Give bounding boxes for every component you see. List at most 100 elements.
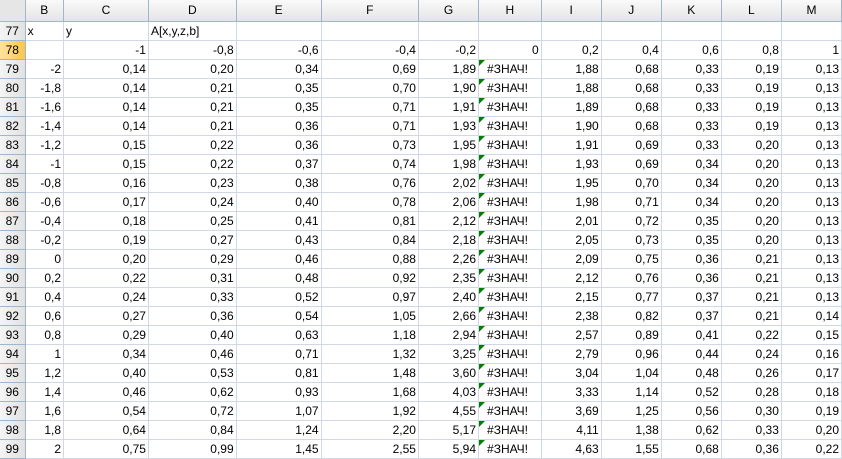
cell-i[interactable]: 0,2 [541,40,602,60]
error-cell-h[interactable]: #ЗНАЧ! [478,116,542,136]
cell-i[interactable]: 1,90 [541,116,602,136]
cell-c[interactable]: 0,64 [63,420,149,440]
cell-m[interactable]: 0,13 [781,287,842,307]
cell-i[interactable] [541,21,602,41]
cell-l[interactable]: 0,22 [721,325,782,345]
cell-e[interactable]: 0,41 [236,211,322,231]
cell-d[interactable]: 0,22 [148,135,237,155]
cell-f[interactable]: 0,71 [321,97,419,117]
cell-g[interactable]: 4,03 [418,382,480,402]
cell-f[interactable]: 1,05 [321,306,419,326]
cell-k[interactable]: 0,62 [661,420,722,440]
row-header[interactable]: 85 [0,173,26,193]
cell-k[interactable]: 0,33 [661,135,722,155]
row-header[interactable]: 87 [0,211,26,231]
cell-c[interactable]: 0,34 [63,344,149,364]
cell-l[interactable]: 0,20 [721,192,782,212]
cell-j[interactable]: 0,70 [601,173,662,193]
cell-m[interactable]: 0,13 [781,211,842,231]
cell-m[interactable]: 0,13 [781,78,842,98]
cell-c[interactable]: 0,46 [63,382,149,402]
cell-i[interactable]: 1,93 [541,154,602,174]
error-cell-h[interactable]: #ЗНАЧ! [478,287,542,307]
cell-l[interactable]: 0,21 [721,306,782,326]
cell-c[interactable]: y [63,21,149,41]
cell-j[interactable]: 1,55 [601,439,662,459]
cell-j[interactable]: 0,69 [601,154,662,174]
cell-l[interactable]: 0,21 [721,287,782,307]
cell-f[interactable]: 1,32 [321,344,419,364]
cell-d[interactable]: 0,25 [148,211,237,231]
cell-e[interactable]: 0,36 [236,116,322,136]
cell-c[interactable]: 0,14 [63,59,149,79]
cell-d[interactable]: 0,20 [148,59,237,79]
cell-m[interactable]: 0,13 [781,230,842,250]
cell-h[interactable] [478,21,542,41]
cell-b[interactable]: 2 [25,439,65,459]
row-header[interactable]: 92 [0,306,26,326]
cell-e[interactable]: 0,35 [236,97,322,117]
column-header-d[interactable]: D [148,0,237,22]
cell-k[interactable]: 0,37 [661,306,722,326]
cell-e[interactable] [236,21,322,41]
cell-k[interactable]: 0,34 [661,154,722,174]
cell-m[interactable]: 0,20 [781,420,842,440]
column-header-f[interactable]: F [321,0,419,22]
cell-g[interactable] [418,21,480,41]
cell-g[interactable]: 5,94 [418,439,480,459]
cell-k[interactable] [661,21,722,41]
cell-k[interactable]: 0,34 [661,192,722,212]
cell-g[interactable]: 2,02 [418,173,480,193]
cell-c[interactable]: 0,16 [63,173,149,193]
cell-d[interactable]: 0,40 [148,325,237,345]
cell-f[interactable]: 1,48 [321,363,419,383]
cell-i[interactable]: 2,79 [541,344,602,364]
row-header[interactable]: 83 [0,135,26,155]
cell-j[interactable]: 0,73 [601,230,662,250]
cell-m[interactable]: 0,18 [781,382,842,402]
cell-f[interactable]: 2,55 [321,439,419,459]
cell-m[interactable]: 0,13 [781,249,842,269]
cell-e[interactable]: 0,81 [236,363,322,383]
cell-k[interactable]: 0,35 [661,230,722,250]
cell-b[interactable]: -1,6 [25,97,65,117]
column-header-h[interactable]: H [478,0,542,22]
cell-f[interactable]: 0,69 [321,59,419,79]
cell-d[interactable]: 0,24 [148,192,237,212]
cell-g[interactable]: 2,94 [418,325,480,345]
cell-b[interactable]: 1,4 [25,382,65,402]
cell-e[interactable]: 0,93 [236,382,322,402]
cell-l[interactable]: 0,19 [721,97,782,117]
cell-f[interactable] [321,21,419,41]
cell-g[interactable]: 1,91 [418,97,480,117]
cell-k[interactable]: 0,41 [661,325,722,345]
cell-g[interactable]: 3,25 [418,344,480,364]
cell-k[interactable]: 0,48 [661,363,722,383]
cell-d[interactable]: 0,99 [148,439,237,459]
cell-m[interactable]: 0,13 [781,59,842,79]
cell-d[interactable]: 0,21 [148,116,237,136]
cell-f[interactable]: 0,88 [321,249,419,269]
cell-e[interactable]: 1,24 [236,420,322,440]
cell-i[interactable]: 2,01 [541,211,602,231]
cell-c[interactable]: 0,15 [63,135,149,155]
row-header[interactable]: 94 [0,344,26,364]
column-header-i[interactable]: I [541,0,602,22]
column-header-b[interactable]: B [25,0,65,22]
cell-l[interactable]: 0,20 [721,135,782,155]
row-header[interactable]: 98 [0,420,26,440]
cell-j[interactable]: 0,68 [601,97,662,117]
error-cell-h[interactable]: #ЗНАЧ! [478,325,542,345]
cell-g[interactable]: 2,12 [418,211,480,231]
cell-j[interactable]: 0,71 [601,192,662,212]
cell-m[interactable]: 0,22 [781,439,842,459]
cell-l[interactable] [721,21,782,41]
cell-b[interactable]: 0 [25,249,65,269]
cell-i[interactable]: 1,98 [541,192,602,212]
cell-l[interactable]: 0,19 [721,116,782,136]
error-cell-h[interactable]: #ЗНАЧ! [478,97,542,117]
cell-k[interactable]: 0,33 [661,97,722,117]
error-cell-h[interactable]: #ЗНАЧ! [478,154,542,174]
cell-c[interactable]: 0,20 [63,249,149,269]
row-header[interactable]: 90 [0,268,26,288]
